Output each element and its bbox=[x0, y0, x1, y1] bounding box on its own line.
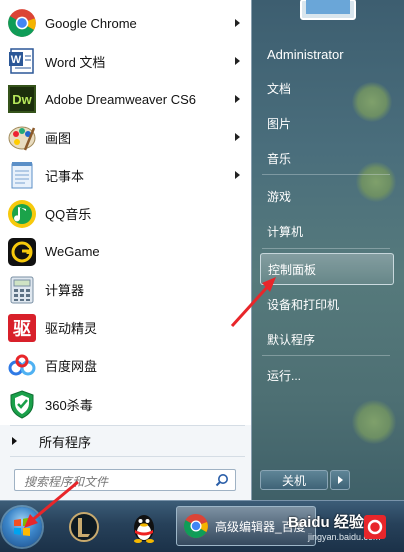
program-item-360-antivirus[interactable]: 360杀毒 bbox=[0, 385, 251, 423]
program-label: 画图 bbox=[45, 130, 72, 146]
submenu-arrow-icon[interactable] bbox=[235, 19, 240, 27]
taskbar-qq-button[interactable] bbox=[122, 505, 166, 549]
program-label: 记事本 bbox=[45, 168, 85, 184]
program-item-wegame[interactable]: WeGame bbox=[0, 233, 251, 271]
baidu-netdisk-icon bbox=[7, 351, 37, 381]
search-input[interactable]: 搜索程序和文件 bbox=[14, 469, 236, 491]
watermark-text: Baidu 经验 bbox=[288, 514, 364, 531]
program-item-calculator[interactable]: 计算器 bbox=[0, 271, 251, 309]
360-antivirus-icon bbox=[7, 389, 37, 419]
submenu-arrow-icon[interactable] bbox=[235, 133, 240, 142]
windows-logo-icon bbox=[14, 517, 30, 536]
program-item-notepad[interactable]: 记事本 bbox=[0, 156, 251, 194]
program-item-paint[interactable]: 画图 bbox=[0, 118, 251, 156]
program-item-chrome[interactable]: Google Chrome bbox=[0, 4, 251, 42]
all-programs-button[interactable]: 所有程序 bbox=[0, 428, 251, 454]
program-label: 驱动精灵 bbox=[45, 321, 98, 337]
shutdown-button[interactable]: 关机 bbox=[260, 470, 328, 490]
right-item-label: 计算机 bbox=[267, 224, 304, 239]
svg-text:Dw: Dw bbox=[12, 92, 32, 107]
qqmusic-icon bbox=[7, 199, 37, 229]
word-icon: W bbox=[7, 46, 37, 76]
program-item-baidu-netdisk[interactable]: 百度网盘 bbox=[0, 347, 251, 385]
right-item-computer[interactable]: 计算机 bbox=[260, 215, 394, 247]
taskbar-lol-button[interactable] bbox=[62, 505, 106, 549]
program-label: 360杀毒 bbox=[45, 397, 93, 413]
start-button[interactable] bbox=[2, 507, 42, 547]
all-programs-label: 所有程序 bbox=[39, 434, 92, 450]
red-app-icon bbox=[364, 515, 386, 539]
chrome-icon bbox=[183, 514, 208, 539]
divider bbox=[262, 174, 390, 175]
user-picture-icon[interactable] bbox=[300, 0, 356, 20]
divider bbox=[10, 425, 245, 426]
divider bbox=[262, 355, 390, 356]
program-label: Word 文档 bbox=[45, 54, 106, 70]
program-item-driver-genius[interactable]: 驱驱动精灵 bbox=[0, 309, 251, 347]
arrow-right-icon bbox=[12, 437, 17, 445]
league-of-legends-icon bbox=[69, 512, 99, 542]
taskbar-red-app-button[interactable] bbox=[360, 505, 390, 549]
paint-icon bbox=[7, 122, 37, 152]
right-item-label: 默认程序 bbox=[267, 332, 316, 347]
program-item-qqmusic[interactable]: QQ音乐 bbox=[0, 195, 251, 233]
program-label: 百度网盘 bbox=[45, 359, 98, 375]
submenu-arrow-icon[interactable] bbox=[235, 95, 240, 104]
program-label: Adobe Dreamweaver CS6 bbox=[45, 91, 197, 107]
right-item-control-panel[interactable]: 控制面板 bbox=[260, 253, 394, 285]
right-item-games[interactable]: 游戏 bbox=[260, 180, 394, 212]
user-name-link[interactable]: Administrator bbox=[260, 38, 394, 70]
right-item-label: 文档 bbox=[267, 81, 292, 96]
right-item-label: 音乐 bbox=[267, 151, 292, 166]
right-item-label: 游戏 bbox=[267, 189, 292, 204]
chrome-icon bbox=[7, 8, 37, 38]
qq-penguin-icon bbox=[134, 515, 154, 543]
program-label: 计算器 bbox=[45, 283, 85, 299]
program-item-dreamweaver[interactable]: Dw Adobe Dreamweaver CS6 bbox=[0, 80, 251, 118]
program-label: WeGame bbox=[45, 244, 100, 260]
notepad-icon bbox=[7, 160, 37, 190]
search-placeholder: 搜索程序和文件 bbox=[24, 475, 109, 489]
submenu-arrow-icon[interactable] bbox=[235, 171, 240, 180]
right-item-default-programs[interactable]: 默认程序 bbox=[260, 323, 394, 355]
svg-text:W: W bbox=[11, 54, 22, 66]
decorative-circle bbox=[352, 400, 396, 444]
search-icon[interactable] bbox=[215, 473, 229, 487]
right-item-documents[interactable]: 文档 bbox=[260, 72, 394, 104]
program-item-word[interactable]: W Word 文档 bbox=[0, 42, 251, 80]
driver-genius-icon: 驱 bbox=[7, 313, 37, 343]
right-item-label: 图片 bbox=[267, 116, 292, 131]
right-item-run[interactable]: 运行... bbox=[260, 359, 394, 391]
right-item-pictures[interactable]: 图片 bbox=[260, 107, 394, 139]
svg-text:驱: 驱 bbox=[13, 319, 31, 340]
divider bbox=[262, 248, 390, 249]
shutdown-options-button[interactable] bbox=[330, 470, 350, 490]
program-label: QQ音乐 bbox=[45, 207, 92, 222]
user-name: Administrator bbox=[267, 46, 344, 62]
shutdown-label: 关机 bbox=[281, 473, 306, 488]
wegame-icon bbox=[7, 237, 37, 267]
program-label: Google Chrome bbox=[45, 15, 137, 31]
right-item-label: 控制面板 bbox=[268, 262, 317, 277]
divider bbox=[10, 456, 245, 457]
submenu-arrow-icon[interactable] bbox=[235, 57, 240, 66]
right-item-label: 运行... bbox=[267, 368, 302, 383]
calculator-icon bbox=[7, 275, 37, 305]
right-item-devices-printers[interactable]: 设备和打印机 bbox=[260, 288, 394, 320]
right-item-music[interactable]: 音乐 bbox=[260, 142, 394, 174]
right-item-label: 设备和打印机 bbox=[267, 297, 340, 312]
dreamweaver-icon: Dw bbox=[7, 84, 37, 114]
